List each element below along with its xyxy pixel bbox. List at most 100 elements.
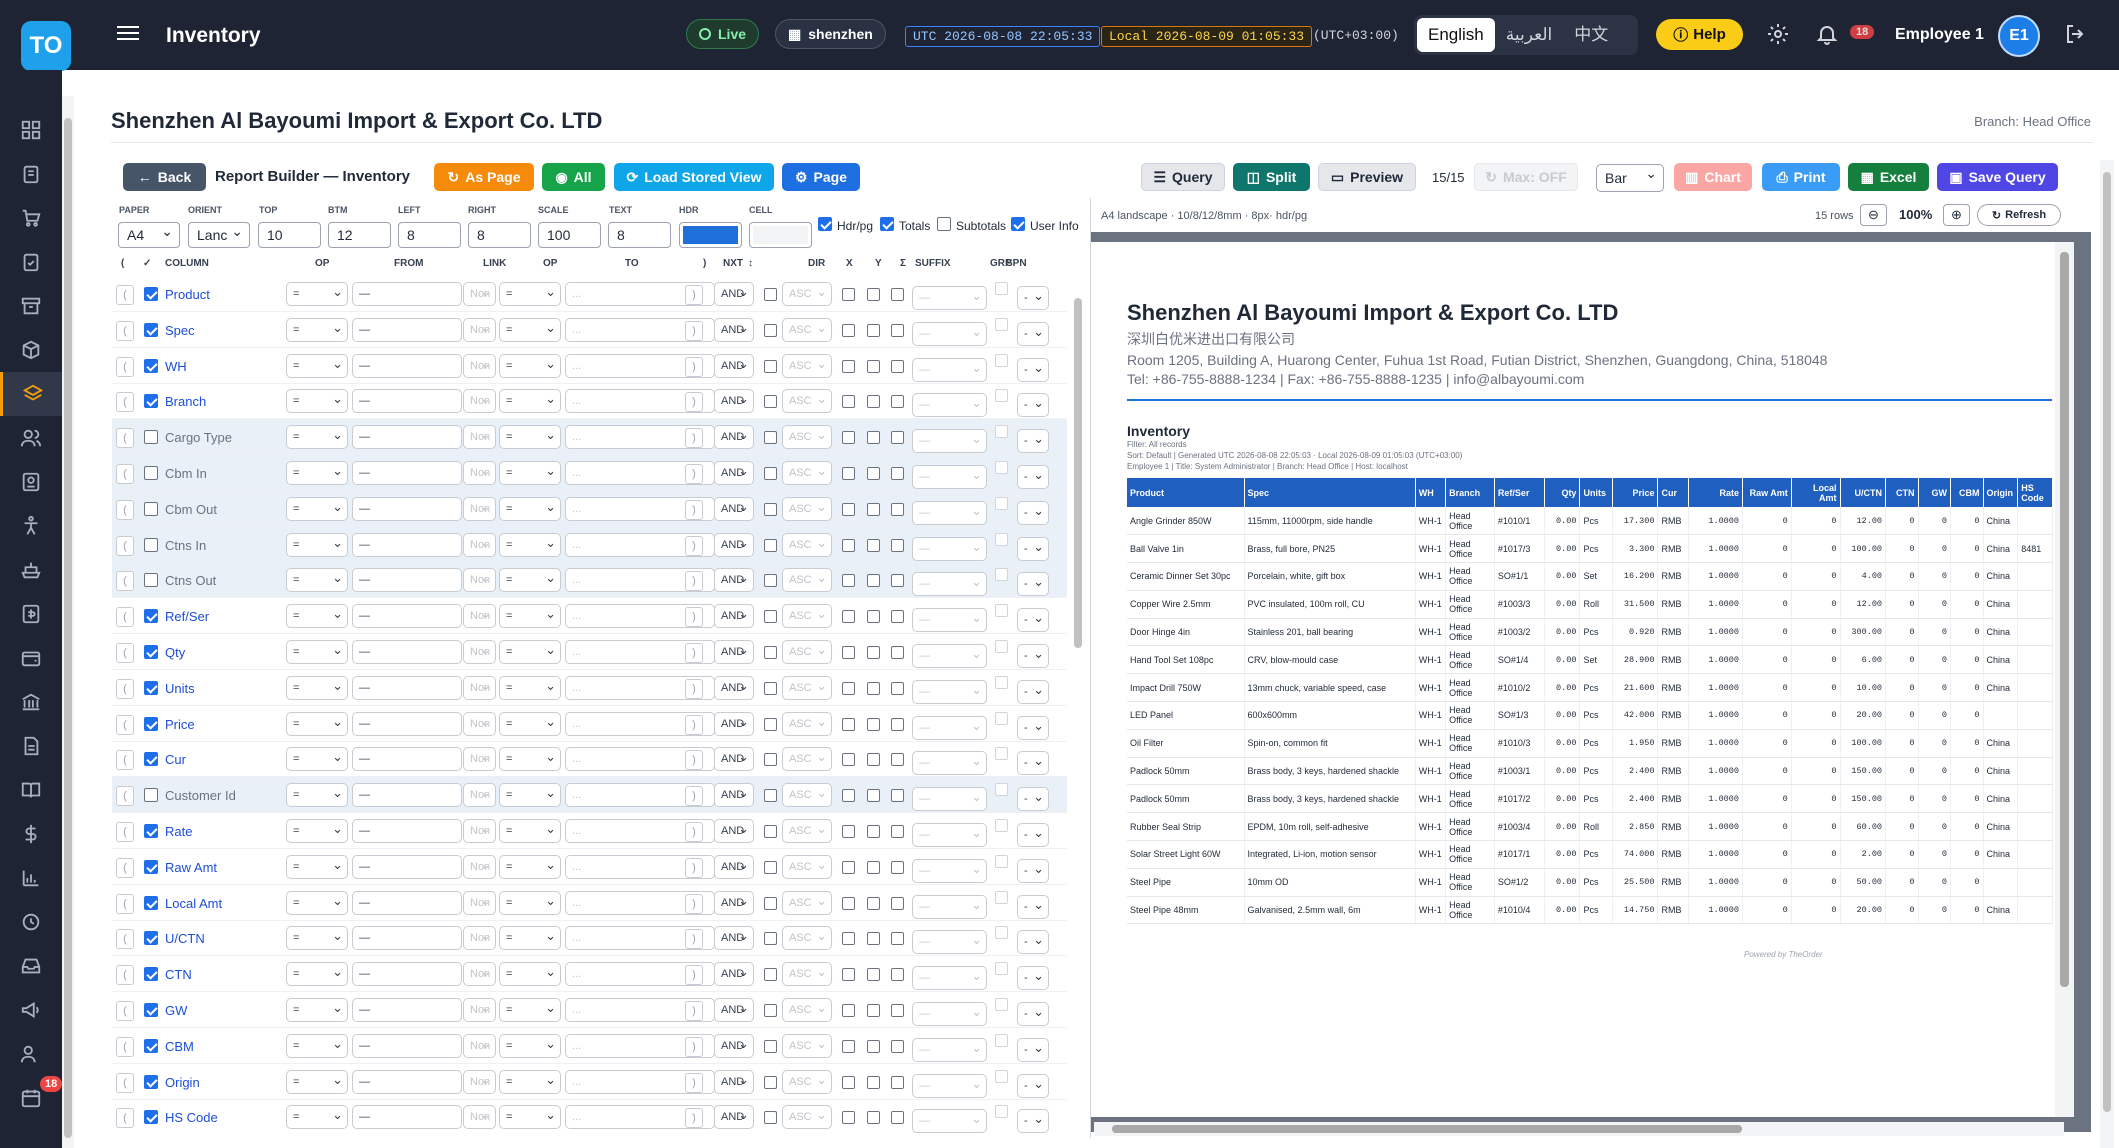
link-select[interactable]: Non: [463, 783, 496, 808]
operator2-select[interactable]: =: [499, 819, 561, 843]
subtotals-checkbox[interactable]: [937, 217, 951, 231]
link-select[interactable]: Non: [463, 496, 496, 521]
x-axis-checkbox[interactable]: [842, 574, 855, 588]
direction-select[interactable]: ASC: [782, 532, 832, 557]
hdrpg-checkbox[interactable]: [818, 217, 832, 231]
close-paren-button[interactable]: ): [685, 822, 703, 842]
operator2-select[interactable]: =: [499, 962, 561, 987]
x-axis-checkbox[interactable]: [842, 681, 855, 695]
group-checkbox[interactable]: [995, 747, 1008, 761]
direction-select[interactable]: ASC: [782, 819, 832, 843]
from-input[interactable]: —: [352, 819, 462, 843]
column-enabled-checkbox[interactable]: [144, 573, 158, 588]
direction-select[interactable]: ASC: [782, 890, 832, 915]
y-axis-checkbox[interactable]: [867, 502, 880, 516]
sum-checkbox[interactable]: [891, 610, 904, 624]
suffix-select[interactable]: —: [912, 679, 987, 704]
from-input[interactable]: —: [352, 568, 462, 593]
y-axis-checkbox[interactable]: [867, 717, 880, 731]
sum-checkbox[interactable]: [891, 467, 904, 480]
span-select[interactable]: -: [1017, 787, 1049, 812]
operator2-select[interactable]: =: [499, 461, 561, 485]
column-enabled-checkbox[interactable]: [144, 287, 158, 301]
group-checkbox[interactable]: [995, 317, 1008, 331]
sort-checkbox[interactable]: [764, 323, 777, 337]
as-page-button[interactable]: ↻ As Page: [434, 163, 534, 191]
operator2-select[interactable]: =: [499, 1033, 561, 1058]
sum-checkbox[interactable]: [891, 1111, 904, 1125]
sum-checkbox[interactable]: [891, 502, 904, 516]
next-logic-select[interactable]: AND: [714, 604, 754, 629]
span-select[interactable]: -: [1017, 500, 1049, 525]
checklist-icon[interactable]: [0, 240, 62, 284]
group-checkbox[interactable]: [995, 496, 1008, 510]
group-checkbox[interactable]: [995, 353, 1008, 367]
link-select[interactable]: Non: [463, 461, 496, 485]
close-paren-button[interactable]: ): [685, 320, 703, 341]
direction-select[interactable]: ASC: [782, 675, 832, 700]
suffix-select[interactable]: —: [912, 858, 987, 883]
open-paren-button[interactable]: (: [116, 392, 134, 413]
person-icon[interactable]: [0, 504, 62, 548]
next-logic-select[interactable]: AND: [714, 568, 754, 593]
link-select[interactable]: Non: [463, 1105, 496, 1130]
span-select[interactable]: -: [1017, 608, 1049, 633]
suffix-select[interactable]: —: [912, 930, 987, 955]
scale-input[interactable]: 100: [538, 222, 601, 248]
open-paren-button[interactable]: (: [116, 1108, 134, 1129]
span-select[interactable]: -: [1017, 1073, 1049, 1098]
column-enabled-checkbox[interactable]: [144, 322, 158, 337]
suffix-select[interactable]: —: [912, 429, 987, 454]
sort-checkbox[interactable]: [764, 789, 777, 803]
operator2-select[interactable]: =: [499, 998, 561, 1022]
employee-name[interactable]: Employee 1: [1895, 26, 1984, 44]
print-button[interactable]: ⎙ Print: [1762, 163, 1840, 191]
x-axis-checkbox[interactable]: [842, 717, 855, 731]
column-enabled-checkbox[interactable]: [144, 466, 158, 480]
close-paren-button[interactable]: ): [685, 285, 703, 305]
from-input[interactable]: —: [352, 389, 462, 414]
y-axis-checkbox[interactable]: [867, 860, 880, 874]
suffix-select[interactable]: —: [912, 321, 987, 346]
from-input[interactable]: —: [352, 317, 462, 342]
from-input[interactable]: —: [352, 353, 462, 378]
y-axis-checkbox[interactable]: [867, 574, 880, 588]
x-axis-checkbox[interactable]: [842, 1111, 855, 1125]
preview-vscrollbar[interactable]: [2055, 242, 2074, 1117]
preview-button[interactable]: ▭ Preview: [1318, 163, 1416, 191]
from-input[interactable]: —: [352, 1069, 462, 1094]
operator-select[interactable]: =: [286, 998, 348, 1022]
direction-select[interactable]: ASC: [782, 640, 832, 664]
operator2-select[interactable]: =: [499, 389, 561, 414]
top-margin-input[interactable]: 10: [258, 222, 321, 248]
group-checkbox[interactable]: [995, 389, 1008, 403]
suffix-select[interactable]: —: [912, 1109, 987, 1133]
column-enabled-checkbox[interactable]: [144, 788, 158, 803]
open-paren-button[interactable]: (: [116, 428, 134, 449]
operator2-select[interactable]: =: [499, 604, 561, 629]
orient-select[interactable]: Lanc: [188, 222, 250, 248]
link-select[interactable]: Non: [463, 926, 496, 951]
group-checkbox[interactable]: [995, 890, 1008, 904]
link-select[interactable]: Non: [463, 604, 496, 629]
close-paren-button[interactable]: ): [685, 392, 703, 413]
close-paren-button[interactable]: ): [685, 893, 703, 914]
column-enabled-checkbox[interactable]: [144, 645, 158, 659]
x-axis-checkbox[interactable]: [842, 288, 855, 301]
direction-select[interactable]: ASC: [782, 1105, 832, 1130]
sort-checkbox[interactable]: [764, 431, 777, 445]
close-paren-button[interactable]: ): [685, 1036, 703, 1057]
column-enabled-checkbox[interactable]: [144, 1074, 158, 1089]
archive-icon[interactable]: [0, 284, 62, 328]
sort-checkbox[interactable]: [764, 825, 777, 838]
sort-checkbox[interactable]: [764, 932, 777, 946]
operator-select[interactable]: =: [286, 389, 348, 414]
sum-checkbox[interactable]: [891, 932, 904, 946]
x-axis-checkbox[interactable]: [842, 538, 855, 552]
close-paren-button[interactable]: ): [685, 535, 703, 556]
max-toggle[interactable]: ↻ Max: OFF: [1474, 163, 1578, 191]
cell-color-picker[interactable]: [749, 222, 812, 248]
operator2-select[interactable]: =: [499, 747, 561, 772]
logout-icon[interactable]: [2063, 22, 2087, 46]
operator-select[interactable]: =: [286, 353, 348, 378]
